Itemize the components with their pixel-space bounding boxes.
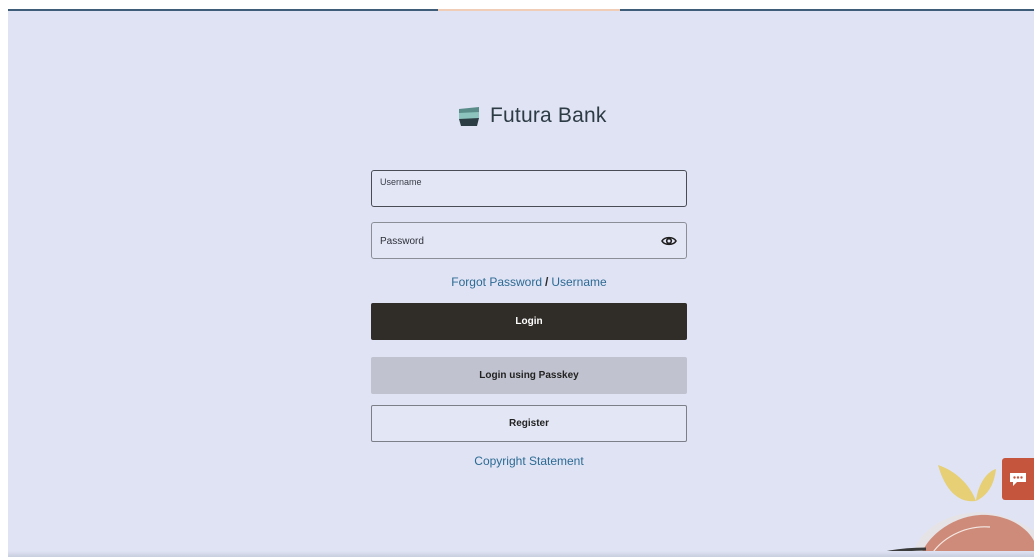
eye-icon[interactable]	[661, 233, 677, 249]
footer: Copyright Statement	[371, 454, 687, 468]
copyright-link[interactable]: Copyright Statement	[474, 454, 583, 468]
username-label: Username	[380, 177, 422, 187]
register-button[interactable]: Register	[371, 405, 687, 442]
login-page: Futura Bank Username Password Forgot Pas…	[8, 9, 1034, 557]
bottom-edge	[8, 551, 1034, 557]
futura-bank-logo-icon	[459, 107, 479, 126]
login-passkey-button[interactable]: Login using Passkey	[371, 357, 687, 394]
forgot-password-link[interactable]: Forgot Password	[451, 275, 542, 289]
login-button[interactable]: Login	[371, 303, 687, 340]
chat-button[interactable]	[1002, 458, 1034, 500]
password-label: Password	[380, 236, 424, 247]
top-accent-bar	[438, 9, 620, 11]
forgot-username-link[interactable]: Username	[551, 275, 606, 289]
link-separator: /	[545, 275, 549, 289]
recovery-links: Forgot Password / Username	[371, 275, 687, 289]
chat-bubble-icon	[1010, 473, 1026, 486]
brand-header: Futura Bank	[458, 102, 607, 130]
username-field[interactable]: Username	[371, 170, 687, 207]
brand-name: Futura Bank	[490, 104, 607, 127]
password-field[interactable]: Password	[371, 222, 687, 259]
